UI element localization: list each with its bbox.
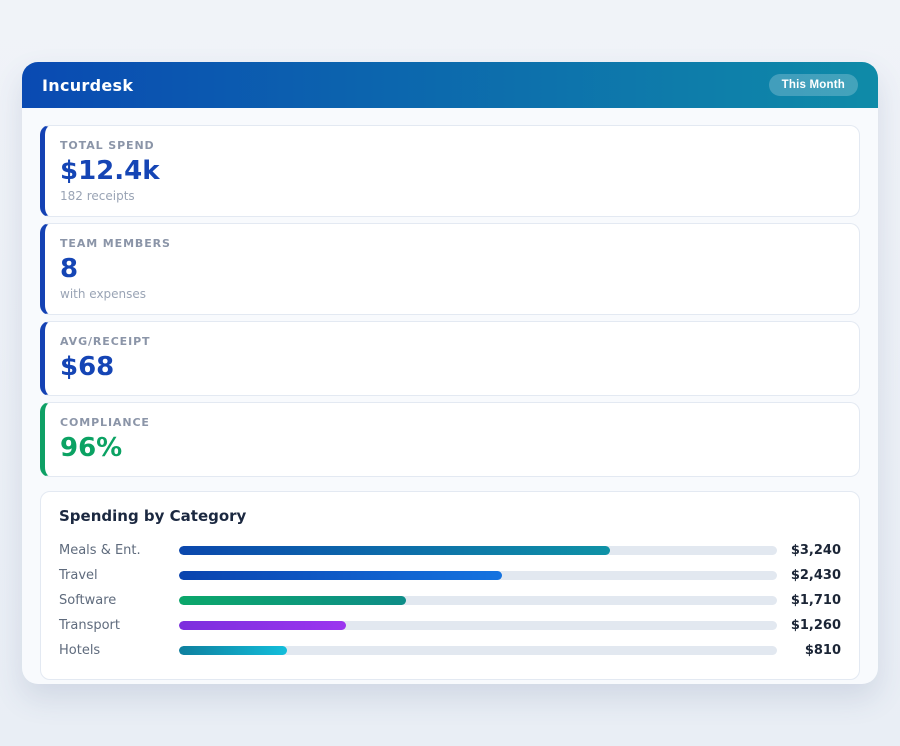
bar-fill <box>179 646 287 655</box>
bar-row-software: Software $1,710 <box>59 588 841 613</box>
bar-row-hotels: Hotels $810 <box>59 638 841 663</box>
bar-category-label: Meals & Ent. <box>59 543 179 558</box>
chart-title: Spending by Category <box>59 507 841 525</box>
stat-label: COMPLIANCE <box>60 416 841 430</box>
stat-card-team-members: TEAM MEMBERS 8 with expenses <box>40 223 860 315</box>
bar-fill <box>179 546 610 555</box>
stat-card-total-spend: TOTAL SPEND $12.4k 182 receipts <box>40 125 860 217</box>
bar-row-meals: Meals & Ent. $3,240 <box>59 538 841 563</box>
bar-track <box>179 596 777 605</box>
app-title: Incurdesk <box>42 76 133 95</box>
bar-category-label: Travel <box>59 568 179 583</box>
bar-row-transport: Transport $1,260 <box>59 613 841 638</box>
bar-value-label: $2,430 <box>777 568 841 583</box>
stat-subtext: 182 receipts <box>60 189 841 204</box>
stat-subtext: with expenses <box>60 287 841 302</box>
bar-fill <box>179 621 346 630</box>
spending-by-category-chart: Spending by Category Meals & Ent. $3,240… <box>40 491 860 680</box>
stat-label: TEAM MEMBERS <box>60 237 841 251</box>
bar-track <box>179 621 777 630</box>
bar-fill <box>179 596 406 605</box>
bar-track <box>179 646 777 655</box>
stat-value: $68 <box>60 351 841 383</box>
bar-row-travel: Travel $2,430 <box>59 563 841 588</box>
stat-value: 8 <box>60 253 841 285</box>
stat-value: 96% <box>60 432 841 464</box>
bar-track <box>179 571 777 580</box>
stat-card-avg-receipt: AVG/RECEIPT $68 <box>40 321 860 396</box>
bar-category-label: Transport <box>59 618 179 633</box>
bar-fill <box>179 571 502 580</box>
bar-value-label: $1,710 <box>777 593 841 608</box>
period-badge[interactable]: This Month <box>769 74 858 96</box>
dashboard-panel: Incurdesk This Month TOTAL SPEND $12.4k … <box>22 62 878 684</box>
dashboard-body: TOTAL SPEND $12.4k 182 receipts TEAM MEM… <box>22 108 878 698</box>
bar-track <box>179 546 777 555</box>
bar-category-label: Hotels <box>59 643 179 658</box>
stat-card-compliance: COMPLIANCE 96% <box>40 402 860 477</box>
stat-label: AVG/RECEIPT <box>60 335 841 349</box>
bar-category-label: Software <box>59 593 179 608</box>
stat-label: TOTAL SPEND <box>60 139 841 153</box>
bar-value-label: $3,240 <box>777 543 841 558</box>
stat-value: $12.4k <box>60 155 841 187</box>
bar-value-label: $1,260 <box>777 618 841 633</box>
bar-value-label: $810 <box>777 643 841 658</box>
app-header: Incurdesk This Month <box>22 62 878 108</box>
